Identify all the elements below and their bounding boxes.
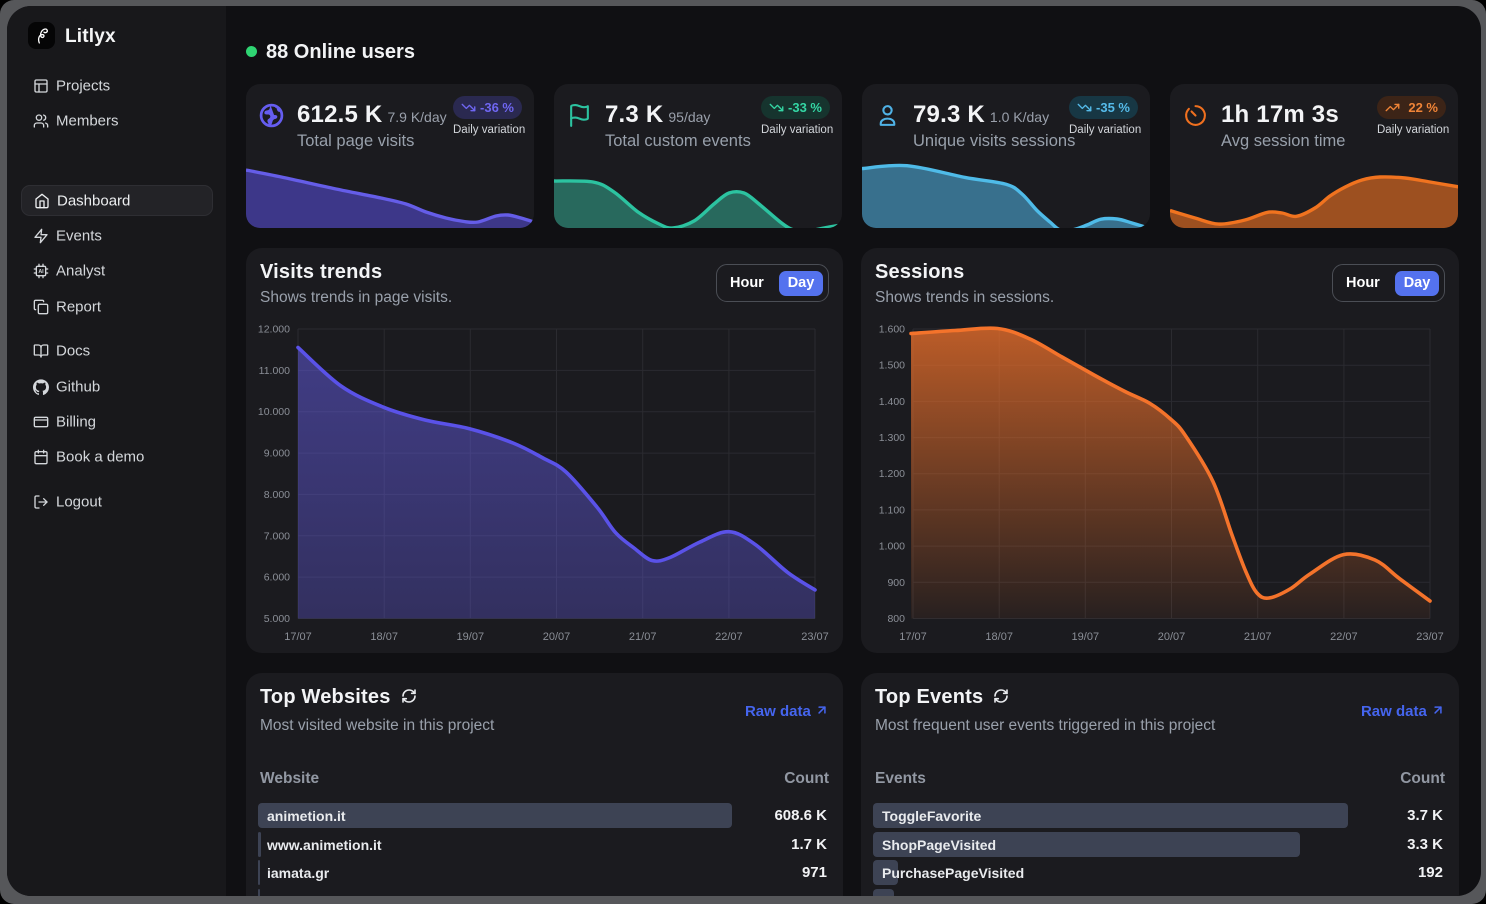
svg-text:1.100: 1.100: [879, 504, 905, 516]
svg-text:7.000: 7.000: [264, 530, 290, 542]
svg-text:1.400: 1.400: [879, 396, 905, 408]
svg-text:5.000: 5.000: [264, 613, 290, 625]
svg-text:6.000: 6.000: [264, 572, 290, 584]
svg-text:1.500: 1.500: [879, 360, 905, 372]
svg-text:AI: AI: [38, 269, 44, 275]
svg-text:23/07: 23/07: [1416, 631, 1444, 643]
svg-text:1.200: 1.200: [879, 468, 905, 480]
svg-text:900: 900: [887, 577, 905, 589]
svg-text:17/07: 17/07: [899, 631, 927, 643]
svg-text:8.000: 8.000: [264, 489, 290, 501]
svg-text:18/07: 18/07: [370, 631, 398, 643]
svg-text:1.300: 1.300: [879, 432, 905, 444]
svg-text:23/07: 23/07: [801, 631, 829, 643]
svg-text:19/07: 19/07: [457, 631, 485, 643]
svg-text:10.000: 10.000: [258, 406, 290, 418]
svg-text:22/07: 22/07: [1330, 631, 1358, 643]
svg-text:21/07: 21/07: [1244, 631, 1272, 643]
svg-text:20/07: 20/07: [543, 631, 571, 643]
svg-text:22/07: 22/07: [715, 631, 743, 643]
svg-text:9.000: 9.000: [264, 448, 290, 460]
svg-text:11.000: 11.000: [259, 365, 290, 377]
svg-text:17/07: 17/07: [284, 631, 312, 643]
svg-text:21/07: 21/07: [629, 631, 657, 643]
svg-text:18/07: 18/07: [985, 631, 1013, 643]
svg-text:20/07: 20/07: [1158, 631, 1186, 643]
svg-text:1.600: 1.600: [879, 324, 905, 336]
svg-text:19/07: 19/07: [1072, 631, 1100, 643]
svg-text:800: 800: [887, 613, 905, 625]
svg-text:12.000: 12.000: [258, 324, 290, 336]
svg-text:1.000: 1.000: [879, 541, 905, 553]
